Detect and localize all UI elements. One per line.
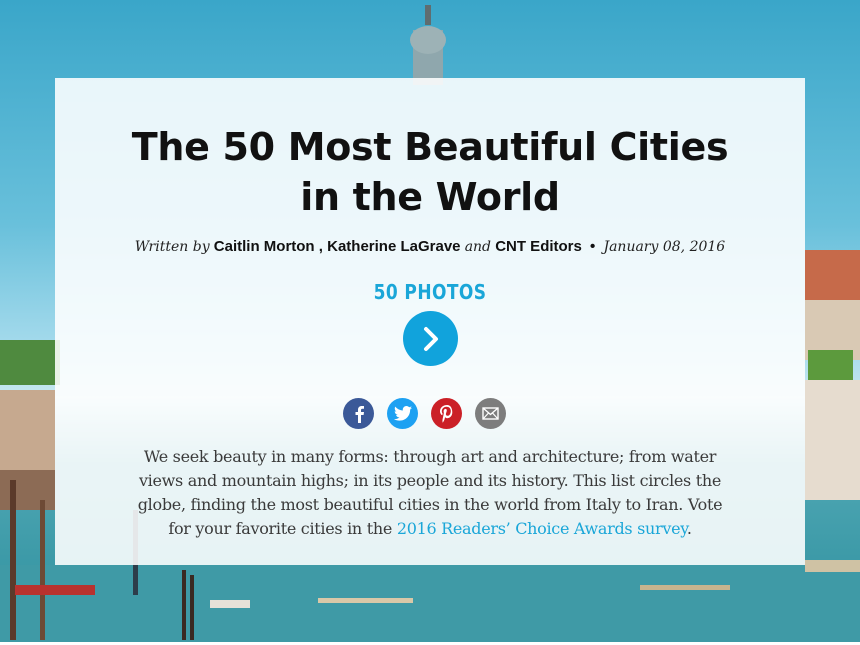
intro-end: . [686,519,692,538]
email-icon [482,407,499,420]
facebook-icon [355,405,364,423]
open-gallery-button[interactable] [403,311,458,366]
photo-count-label[interactable]: 50 PHOTOS [65,280,796,304]
twitter-icon [393,406,412,421]
share-email-button[interactable] [475,398,506,429]
share-facebook-button[interactable] [343,398,374,429]
readers-choice-survey-link[interactable]: 2016 Readers’ Choice Awards survey [397,519,687,538]
article-intro: We seek beauty in many forms: through ar… [130,445,730,541]
share-twitter-button[interactable] [387,398,418,429]
share-buttons [343,398,513,430]
chevron-right-icon [423,326,438,351]
author-link-katherine-lagrave[interactable]: Katherine LaGrave [327,238,460,255]
and-label: and [464,239,492,255]
pinterest-icon [439,404,452,423]
author-link-caitlin-morton[interactable]: Caitlin Morton [214,238,315,255]
byline: Written by Caitlin Morton , Katherine La… [0,238,860,255]
bullet-separator: • [590,238,596,255]
page-title: The 50 Most Beautiful Cities in the Worl… [131,125,729,219]
author-separator: , [318,238,323,255]
publish-date: January 08, 2016 [603,239,726,255]
author-link-cnt-editors[interactable]: CNT Editors [495,238,582,255]
written-by-label: Written by [134,239,210,255]
share-pinterest-button[interactable] [431,398,462,429]
